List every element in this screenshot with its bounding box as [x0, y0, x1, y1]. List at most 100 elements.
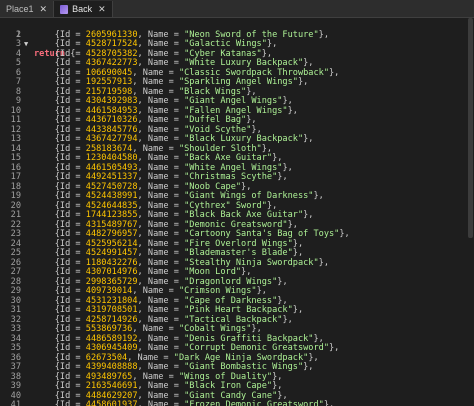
name-value: "Tactical Backpack" — [184, 314, 283, 325]
name-value: "Cartoony Santa's Bag of Toys" — [184, 229, 340, 239]
punctuation: , — [137, 153, 148, 163]
id-value: 4482796957 — [85, 229, 138, 239]
punctuation: }, — [292, 238, 304, 249]
punctuation: = — [168, 362, 185, 372]
close-icon[interactable]: ✕ — [40, 4, 48, 15]
punctuation: = — [168, 191, 185, 201]
scrollbar-thumb[interactable] — [468, 18, 473, 238]
field-key: Id — [59, 305, 71, 315]
id-value: 192557913 — [85, 77, 133, 87]
punctuation: , — [132, 67, 143, 78]
field-key: Name — [147, 248, 169, 258]
field-key: Name — [142, 371, 164, 382]
field-key: Name — [147, 58, 169, 68]
punctuation: , — [137, 181, 148, 192]
punctuation: = — [168, 153, 185, 163]
field-key: Id — [59, 39, 71, 49]
punctuation: , — [137, 381, 148, 391]
punctuation: = — [70, 191, 86, 201]
punctuation: = — [168, 390, 185, 401]
punctuation: = — [70, 77, 86, 87]
punctuation: = — [70, 286, 86, 296]
punctuation: = — [168, 210, 185, 220]
punctuation: }, — [266, 39, 278, 49]
punctuation: }, — [282, 314, 293, 325]
id-value: 4461505493 — [85, 162, 138, 173]
punctuation: , — [137, 314, 148, 325]
id-value: 62673504 — [85, 352, 128, 363]
punctuation: }, — [292, 305, 304, 315]
punctuation: = — [70, 343, 86, 353]
id-value: 4315489767 — [85, 219, 138, 230]
code-area[interactable]: 1 ▼ return { 2 {Id = 2605961330, Name = … — [0, 18, 474, 406]
field-key: Id — [59, 77, 71, 87]
tab-place1[interactable]: Place1 ✕ — [0, 1, 55, 17]
punctuation: = — [70, 67, 86, 78]
punctuation: }, — [318, 29, 330, 40]
field-key: Id — [59, 390, 71, 401]
id-value: 4524644835 — [85, 200, 138, 211]
field-key: Id — [59, 191, 71, 201]
id-value: 4525956214 — [85, 238, 138, 249]
punctuation: , — [137, 390, 148, 401]
punctuation: = — [70, 276, 86, 287]
punctuation: = — [70, 229, 86, 239]
name-value: "Cape of Darkness" — [184, 295, 278, 306]
field-key: Id — [59, 181, 71, 192]
punctuation: , — [137, 238, 148, 249]
field-key: Name — [147, 115, 169, 125]
id-value: 1744123855 — [85, 210, 138, 220]
field-key: Id — [59, 314, 71, 325]
field-key: Name — [147, 29, 169, 40]
name-value: "Giant Wings of Darkness" — [184, 191, 314, 201]
id-value: 409739014 — [85, 286, 133, 296]
field-key: Name — [147, 200, 169, 211]
punctuation: , — [137, 333, 148, 344]
field-key: Id — [59, 352, 71, 363]
punctuation: }, — [303, 134, 314, 144]
field-key: Id — [59, 153, 71, 163]
code-editor[interactable]: 1 ▼ return { 2 {Id = 2605961330, Name = … — [0, 18, 474, 406]
punctuation: , — [137, 210, 148, 220]
name-value: "Crimson Wings" — [178, 286, 257, 296]
field-key: Name — [137, 352, 159, 363]
name-value: "Blademaster's Blade" — [184, 248, 293, 258]
punctuation: = — [168, 134, 185, 144]
field-key: Id — [59, 162, 71, 173]
punctuation: = — [70, 352, 86, 363]
punctuation: = — [70, 238, 86, 249]
punctuation: }, — [313, 333, 324, 344]
field-key: Name — [147, 333, 169, 344]
field-key: Name — [147, 105, 169, 116]
field-key: Id — [59, 238, 71, 249]
punctuation: = — [168, 238, 185, 249]
punctuation: }, — [303, 210, 314, 220]
id-value: 4436710326 — [85, 115, 138, 125]
punctuation: , — [137, 362, 148, 372]
field-key: Id — [59, 115, 71, 125]
punctuation: }, — [246, 86, 257, 97]
close-icon[interactable]: ✕ — [98, 4, 106, 15]
tab-bar: Place1 ✕ Back ✕ — [0, 0, 474, 18]
id-value: 2163546691 — [85, 381, 138, 391]
field-key: Name — [147, 257, 169, 268]
field-key: Name — [147, 210, 169, 220]
punctuation: = — [70, 153, 86, 163]
field-key: Id — [59, 229, 71, 239]
punctuation: = — [168, 295, 185, 306]
punctuation: , — [137, 48, 148, 59]
punctuation: , — [137, 219, 148, 230]
punctuation: = — [70, 400, 86, 406]
punctuation: = — [70, 210, 86, 220]
line-number: 41 — [10, 400, 21, 406]
name-value: "Denis Graffiti Backpack" — [184, 333, 314, 344]
name-value: "Cobalt Wings" — [178, 324, 252, 334]
id-value: 4258714926 — [85, 314, 138, 325]
tab-back[interactable]: Back ✕ — [54, 1, 113, 17]
name-value: "Galactic Wings" — [184, 39, 267, 49]
name-value: "Dark Age Ninja Swordpack" — [173, 352, 309, 363]
name-value: "Black Back Axe Guitar" — [184, 210, 304, 220]
punctuation: = — [163, 86, 179, 97]
punctuation: = — [168, 29, 185, 40]
punctuation: = — [158, 352, 174, 363]
